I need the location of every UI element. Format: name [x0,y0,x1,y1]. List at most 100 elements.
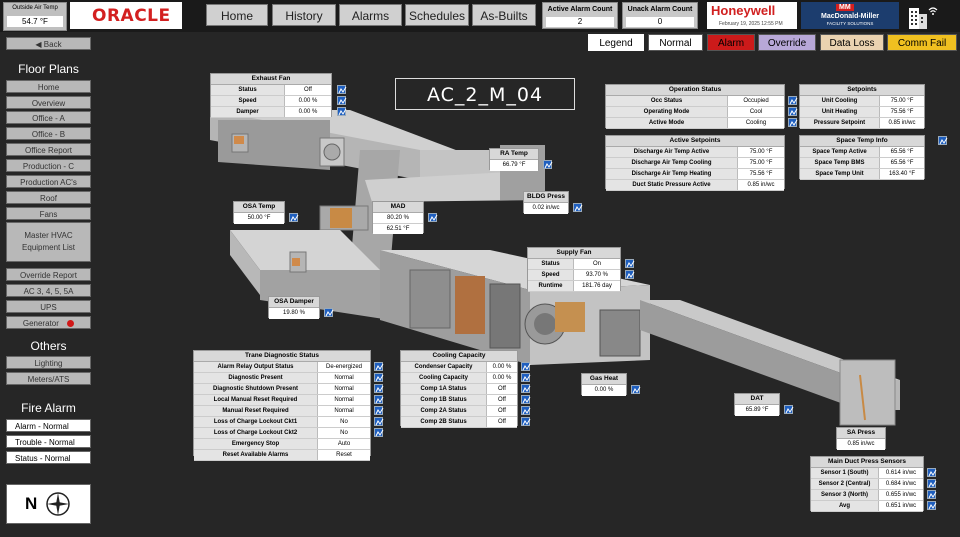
trend-icon[interactable] [625,270,635,279]
trend-icon[interactable] [543,160,553,169]
sidebar-item-production-c[interactable]: Production - C [6,159,91,172]
legend-override: Override [758,34,816,51]
sidebar-item-ac-3-4-5-5a[interactable]: AC 3, 4, 5, 5A [6,284,91,297]
supply-fan-status-label: Status [528,259,574,269]
trend-icon[interactable] [784,405,794,414]
trend-icon[interactable] [631,385,641,394]
honeywell-logo-text: Honeywell [711,3,776,18]
trend-icon[interactable] [788,96,798,105]
legend-normal: Normal [648,34,703,51]
cooling-row-value: 0.00 % [487,362,517,372]
osa-temp-panel: OSA Temp 50.00 °F [233,201,285,224]
osa-temp-value: 50.00 °F [234,213,284,224]
sidebar-item-meters-ats[interactable]: Meters/ATS [6,372,91,385]
sensor-avg-value: 0.651 in/wc [879,501,923,511]
nav-as-builts-button[interactable]: As-Builts [472,4,536,26]
bldg-press-panel: BLDG Press 0.02 in/wc [523,191,569,214]
sidebar-item-fans[interactable]: Fans [6,207,91,220]
outside-air-temp-value: 54.7 °F [7,16,63,27]
trend-icon[interactable] [521,417,531,426]
fire-trouble-status: Trouble - Normal [6,435,91,448]
fire-alarm-status: Alarm - Normal [6,419,91,432]
nav-alarms-button[interactable]: Alarms [339,4,402,26]
nav-history-button[interactable]: History [272,4,336,26]
trend-icon[interactable] [374,417,384,426]
trend-icon[interactable] [573,203,583,212]
back-arrow-icon: ◀ [35,40,44,49]
sidebar-item-office-a[interactable]: Office - A [6,111,91,124]
trend-icon[interactable] [374,395,384,404]
active-setpoints-panel: Active Setpoints Discharge Air Temp Acti… [605,135,785,191]
cooling-row-value: Off [487,395,517,405]
trend-icon[interactable] [938,136,948,145]
legend-alarm: Alarm [707,34,755,51]
dat-heating-value: 75.56 °F [738,169,784,179]
trend-icon[interactable] [521,395,531,404]
bldg-press-value: 0.02 in/wc [524,203,568,214]
sidebar-item-generator[interactable]: Generator [6,316,91,329]
trane-row-label: Diagnostic Present [194,373,318,383]
reset-alarms-button[interactable]: Reset [318,450,370,460]
mad-position-value: 80.20 % [373,213,423,224]
sidebar-item-office-b[interactable]: Office - B [6,127,91,140]
trend-icon[interactable] [374,373,384,382]
sidebar-item-roof[interactable]: Roof [6,191,91,204]
mm-logo-sub: FACILITY SOLUTIONS [826,21,874,26]
nav-home-button[interactable]: Home [206,4,268,26]
trane-row-value: No [318,417,370,427]
space-temp-active-value: 65.56 °F [880,147,924,157]
trend-icon[interactable] [521,384,531,393]
setpoints-panel: Setpoints Unit Cooling 75.00 °F Unit Heat… [799,84,925,129]
trend-icon[interactable] [374,384,384,393]
trane-row-label: Alarm Relay Output Status [194,362,318,372]
sidebar-item-overview[interactable]: Overview [6,96,91,109]
unack-alarm-count[interactable]: Unack Alarm Count 0 [622,2,698,29]
space-temp-panel: Space Temp Info Space Temp Active 65.56 °… [799,135,925,180]
trend-icon[interactable] [788,118,798,127]
gas-heat-panel: Gas Heat 0.00 % [581,373,627,396]
mm-logo-name: MacDonald-Miller [821,13,879,20]
trend-icon[interactable] [374,362,384,371]
sa-press-value: 0.85 in/wc [837,439,885,450]
oracle-logo-text: ORACLE [92,6,171,26]
generator-alarm-icon [67,320,75,328]
emergency-stop-value[interactable]: Auto [318,439,370,449]
trend-icon[interactable] [374,406,384,415]
trend-icon[interactable] [521,362,531,371]
trane-row-value: No [318,428,370,438]
trend-icon[interactable] [374,428,384,437]
trend-icon[interactable] [428,213,438,222]
trend-icon[interactable] [788,107,798,116]
back-button[interactable]: ◀ Back [6,37,91,50]
trend-icon[interactable] [927,490,937,499]
trend-icon[interactable] [289,213,299,222]
trend-icon[interactable] [927,468,937,477]
trend-icon[interactable] [337,85,347,94]
trend-icon[interactable] [927,501,937,510]
sensor-north-value: 0.655 in/wc [879,490,923,500]
trend-icon[interactable] [337,96,347,105]
top-bar: Outside Air Temp 54.7 °F ORACLE Home His… [0,0,960,32]
trend-icon[interactable] [337,107,347,116]
trend-icon[interactable] [927,479,937,488]
ra-temp-value: 66.79 °F [490,160,538,171]
sidebar-item-override-report[interactable]: Override Report [6,268,91,281]
exhaust-fan-damper-value: 0.00 % [285,107,331,117]
trend-icon[interactable] [521,373,531,382]
trend-icon[interactable] [625,259,635,268]
trend-icon[interactable] [324,308,334,317]
sidebar-item-lighting[interactable]: Lighting [6,356,91,369]
nav-schedules-button[interactable]: Schedules [405,4,469,26]
sidebar-item-office-report[interactable]: Office Report [6,143,91,156]
occ-status-label: Occ Status [606,96,728,106]
sidebar-item-master-hvac[interactable]: Master HVAC Equipment List [6,222,91,262]
trend-icon[interactable] [521,406,531,415]
sidebar-item-production-acs[interactable]: Production AC's [6,175,91,188]
active-alarm-count[interactable]: Active Alarm Count 2 [542,2,618,29]
building-wifi-icon [903,2,939,29]
sidebar-item-home[interactable]: Home [6,80,91,93]
trane-diagnostic-title: Trane Diagnostic Status [194,351,370,362]
sidebar-item-ups[interactable]: UPS [6,300,91,313]
exhaust-fan-title: Exhaust Fan [211,74,331,85]
trane-row-value: Normal [318,406,370,416]
